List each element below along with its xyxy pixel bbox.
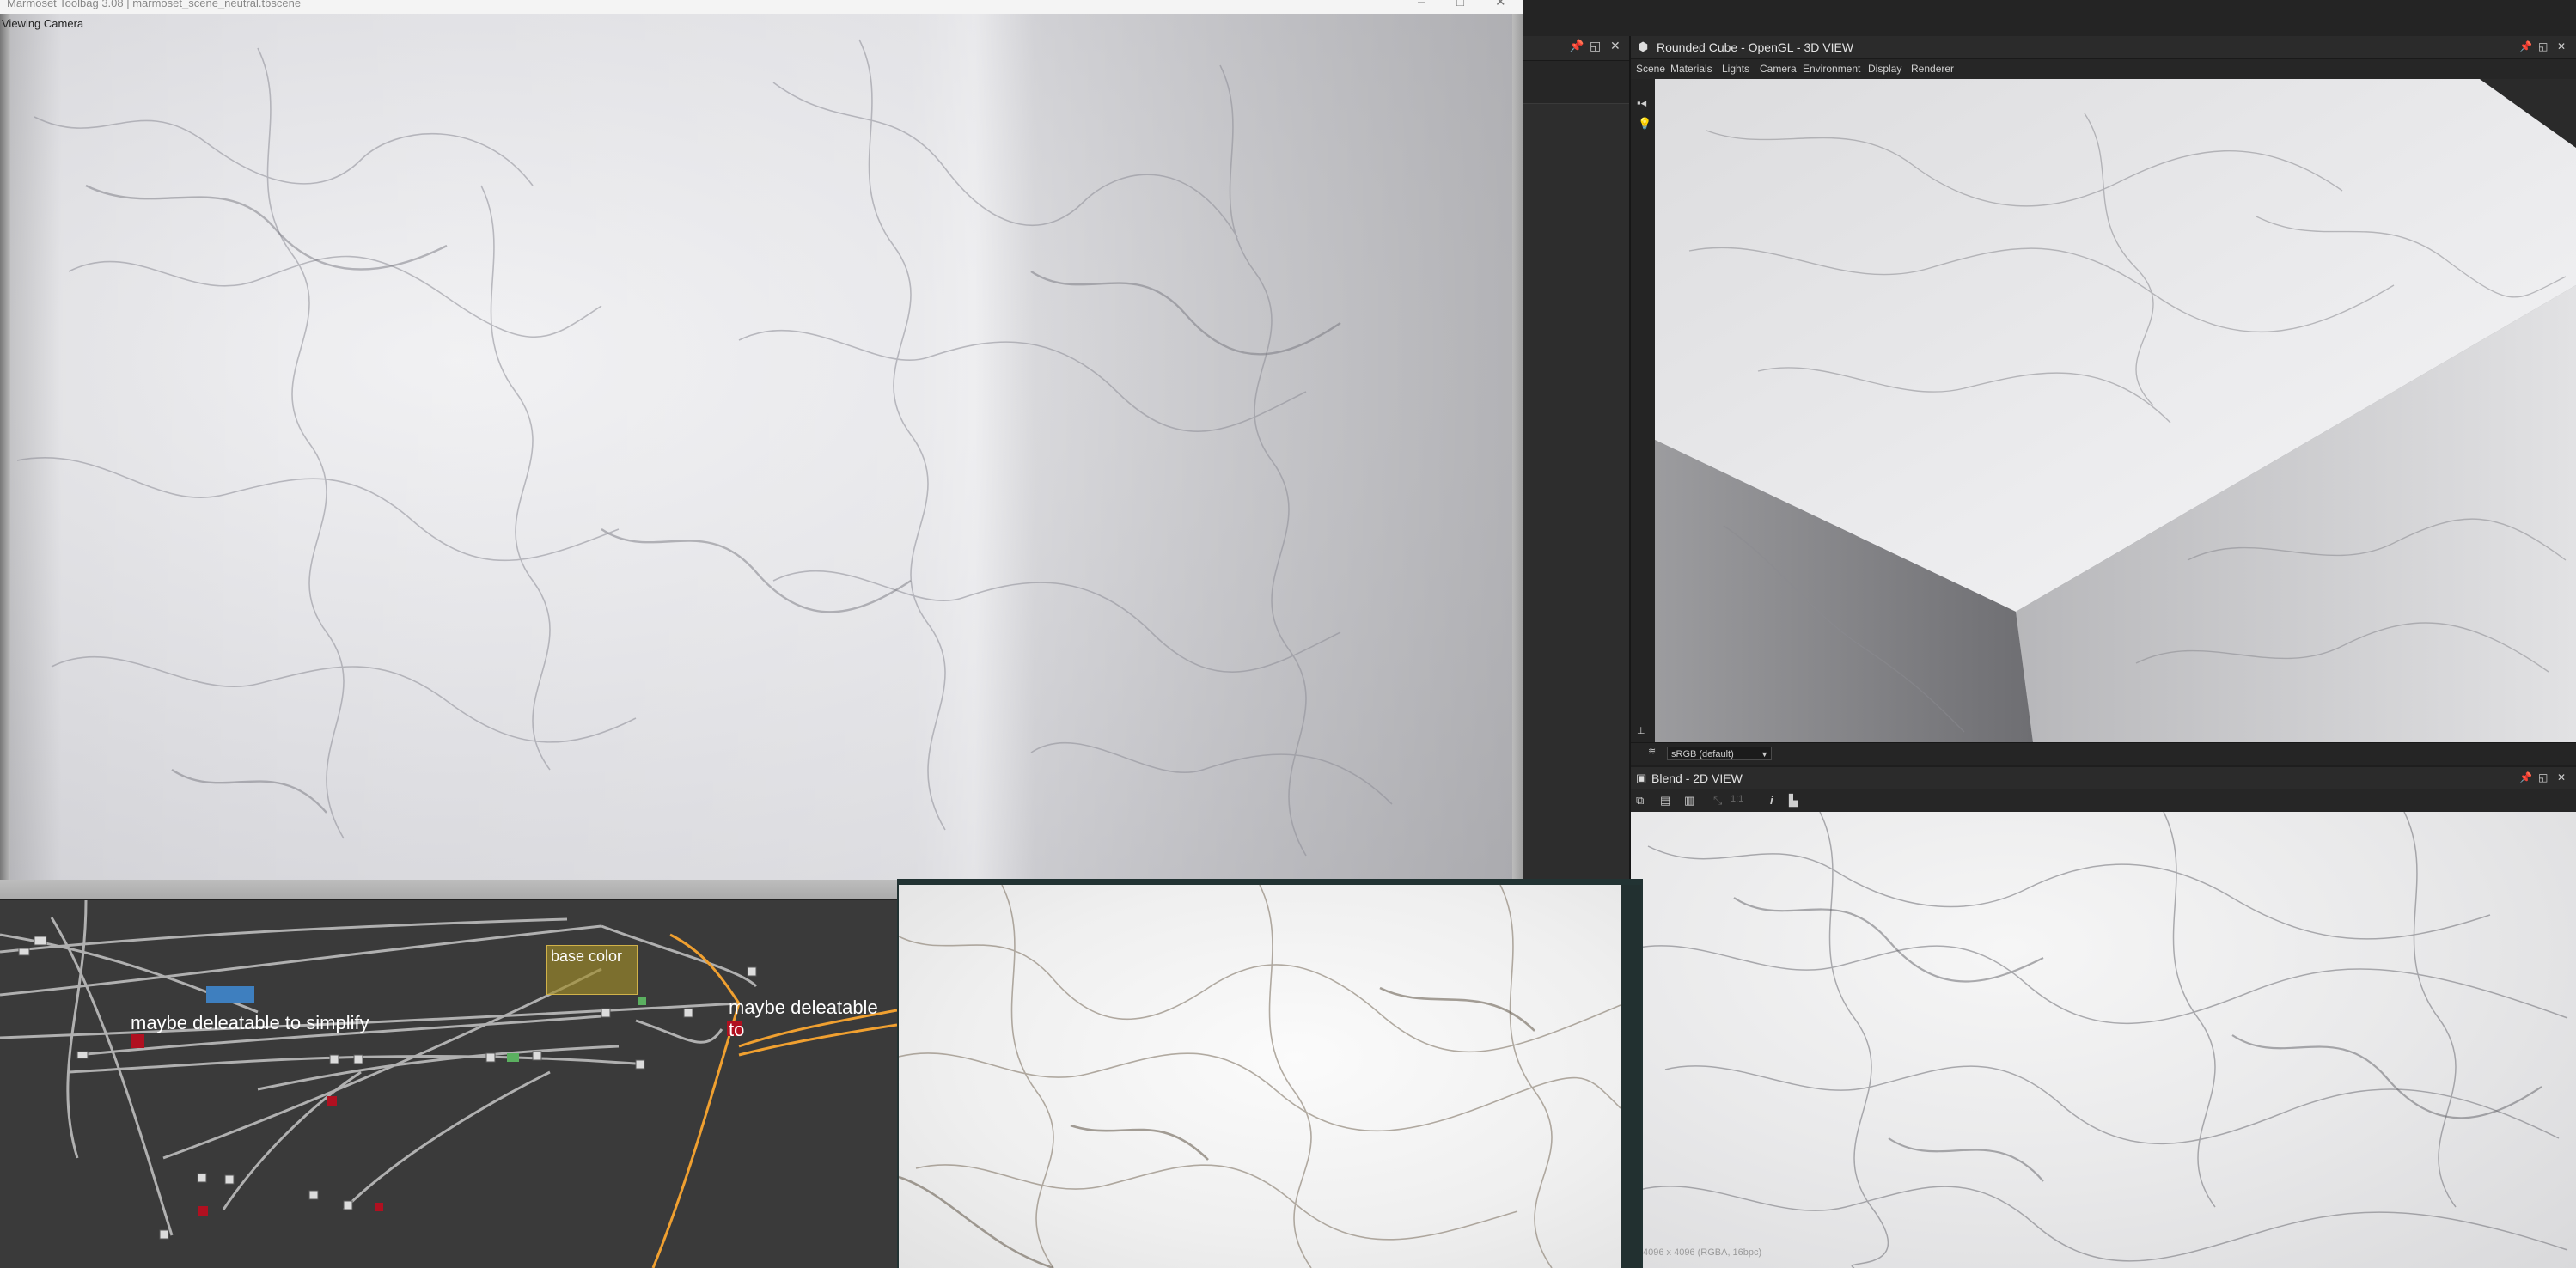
pin-icon[interactable]: 📌 [2519,40,2532,52]
minimize-button[interactable]: – [1418,0,1425,9]
export-icon[interactable]: ▥ [1684,794,1694,808]
blend-texture [1631,812,2568,1268]
layers-icon[interactable]: ≋ [1648,746,1656,757]
marmoset-window-title: Marmoset Toolbag 3.08 | marmoset_scene_n… [7,0,302,9]
maximize-button[interactable]: □ [1456,0,1464,9]
view3d-title: Rounded Cube - OpenGL - 3D VIEW [1657,40,1854,54]
marble-reference-image [899,885,1621,1268]
info-icon[interactable]: i [1770,794,1773,807]
view2d-image[interactable] [1631,812,2576,1268]
menu-environment[interactable]: Environment [1803,63,1860,75]
viewport-edge-shadow [0,14,10,880]
float-icon[interactable]: ◱ [1590,39,1601,53]
left-dock-content [1523,103,1629,882]
camera-icon[interactable]: ▪◂ [1637,96,1646,110]
float-icon[interactable]: ◱ [2538,771,2548,783]
pin-icon[interactable]: 📌 [2519,771,2532,783]
close-icon[interactable]: ✕ [1610,39,1621,53]
camera-label[interactable]: Viewing Camera [2,17,83,30]
close-button[interactable]: ✕ [1495,0,1506,9]
marmoset-window-edge [1512,14,1523,899]
light-bulb-icon[interactable]: 💡 [1638,117,1651,131]
zoom-fit-icon[interactable]: ⤡ [1713,794,1722,808]
copy-icon[interactable]: ⧉ [1636,794,1644,808]
node-graph[interactable]: base color maybe deleatable to simplify … [0,900,897,1268]
menu-materials[interactable]: Materials [1670,63,1712,75]
close-icon[interactable]: ✕ [2557,40,2566,52]
menu-scene[interactable]: Scene [1636,63,1665,75]
zoom-level[interactable]: 1:1 [1731,794,1743,804]
colorspace-dropdown[interactable]: sRGB (default) ▼ [1667,747,1772,760]
menu-lights[interactable]: Lights [1722,63,1749,75]
image-info-status: 4096 x 4096 (RGBA, 16bpc) [1643,1247,1762,1258]
float-icon[interactable]: ◱ [2538,40,2548,52]
image-window-edge [1621,885,1641,1268]
view2d-header [1631,767,2576,790]
marmoset-viewport[interactable] [0,14,1523,880]
node-frame[interactable]: base color [546,945,638,995]
view3d-viewport[interactable] [1655,79,2576,742]
menu-display[interactable]: Display [1868,63,1901,75]
view3d-footer [1631,742,2576,765]
view2d-icon: ▣ [1636,771,1647,784]
graph-comment-right[interactable]: maybe deleatable to [729,997,897,1041]
menu-camera[interactable]: Camera [1760,63,1797,75]
view3d-toolbar [1631,79,1655,744]
chevron-down-icon: ▼ [1761,750,1768,759]
close-icon[interactable]: ✕ [2557,771,2566,783]
marmoset-titlebar: Marmoset Toolbag 3.08 | marmoset_scene_n… [0,0,1523,14]
graph-comment-left[interactable]: maybe deleatable to simplify [131,1012,369,1034]
colorspace-value: sRGB (default) [1671,749,1734,759]
marble-veins [16,39,1393,857]
axis-icon: ⊥ [1637,726,1645,736]
rounded-cube-render [1655,79,2576,742]
reference-veins [899,885,1621,1268]
view2d-title: Blend - 2D VIEW [1651,771,1743,785]
histogram-icon[interactable]: ▙ [1789,794,1798,808]
menu-renderer[interactable]: Renderer [1911,63,1954,75]
pin-icon[interactable]: 📌 [1569,39,1584,53]
designer-top-strip [1523,0,2576,36]
view3d-cube-icon: ⬢ [1638,40,1649,53]
graph-links [0,900,897,1268]
save-icon[interactable]: ▤ [1660,794,1670,808]
frame-title: base color [551,948,623,965]
